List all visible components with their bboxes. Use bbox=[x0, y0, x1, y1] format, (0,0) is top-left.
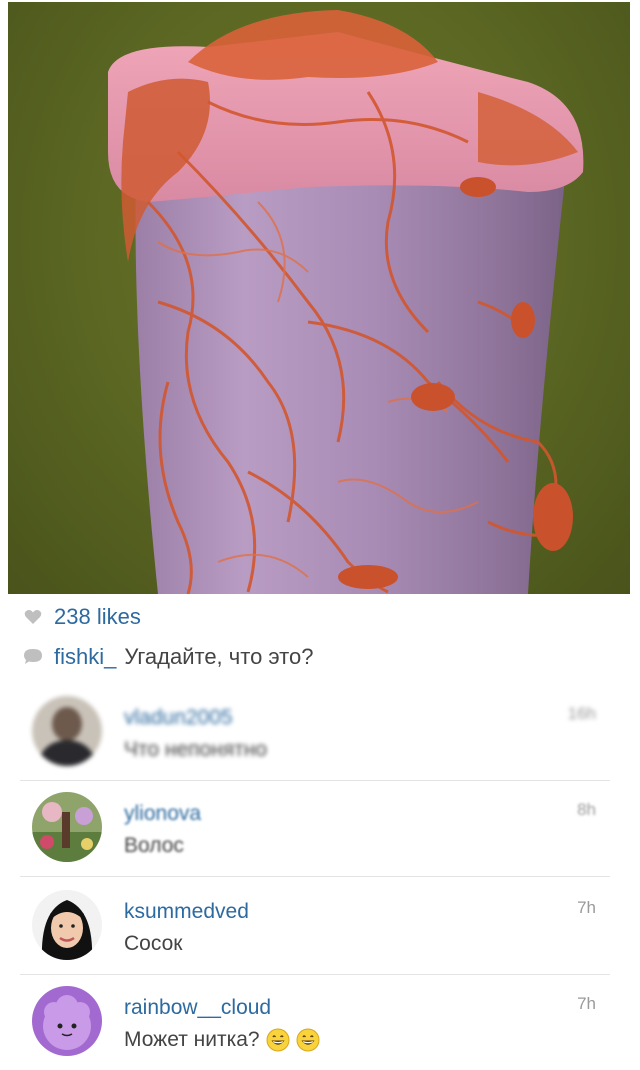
comment-username[interactable]: vladun2005 bbox=[124, 706, 233, 730]
comment-text: Может нитка? bbox=[124, 1028, 320, 1052]
caption-text: Угадайте, что это? bbox=[124, 644, 314, 669]
likes-count[interactable]: 238 likes bbox=[54, 604, 141, 630]
comment-text: Что непонятно bbox=[124, 738, 268, 761]
purple-cartoon-avatar[interactable] bbox=[32, 986, 102, 1056]
dark-figure-avatar[interactable] bbox=[32, 696, 102, 766]
comment-text: Сосок bbox=[124, 932, 183, 955]
grinning-face-emoji-icon bbox=[266, 1028, 290, 1052]
comment-time: 7h bbox=[577, 994, 596, 1013]
comment-username[interactable]: ylionova bbox=[124, 802, 201, 826]
comment-text-label: Может нитка? bbox=[124, 1028, 260, 1051]
grinning-face-emoji-icon bbox=[296, 1028, 320, 1052]
comment-time: 8h bbox=[577, 800, 596, 819]
caption-row: fishki_ Угадайте, что это? bbox=[22, 644, 313, 670]
speech-bubble-icon bbox=[22, 646, 44, 668]
comment-time: 16h bbox=[567, 704, 596, 723]
comment-item: ksummedved Сосок 7h bbox=[20, 880, 610, 975]
comment-item: ylionova Волос 8h bbox=[20, 782, 610, 877]
comment-time: 7h bbox=[577, 898, 596, 917]
comment-item: vladun2005 Что непонятно 16h bbox=[20, 686, 610, 781]
comment-username[interactable]: rainbow__cloud bbox=[124, 996, 271, 1020]
woman-portrait-avatar[interactable] bbox=[32, 890, 102, 960]
comment-username[interactable]: ksummedved bbox=[124, 900, 249, 924]
likes-row[interactable]: 238 likes bbox=[22, 604, 141, 630]
comment-item: rainbow__cloud Может нитка? 7h bbox=[20, 976, 610, 1070]
colorful-scene-avatar[interactable] bbox=[32, 792, 102, 862]
heart-icon bbox=[22, 606, 44, 628]
comment-text: Волос bbox=[124, 834, 184, 857]
caption-username[interactable]: fishki_ bbox=[54, 644, 116, 670]
post-photo[interactable] bbox=[8, 2, 630, 594]
